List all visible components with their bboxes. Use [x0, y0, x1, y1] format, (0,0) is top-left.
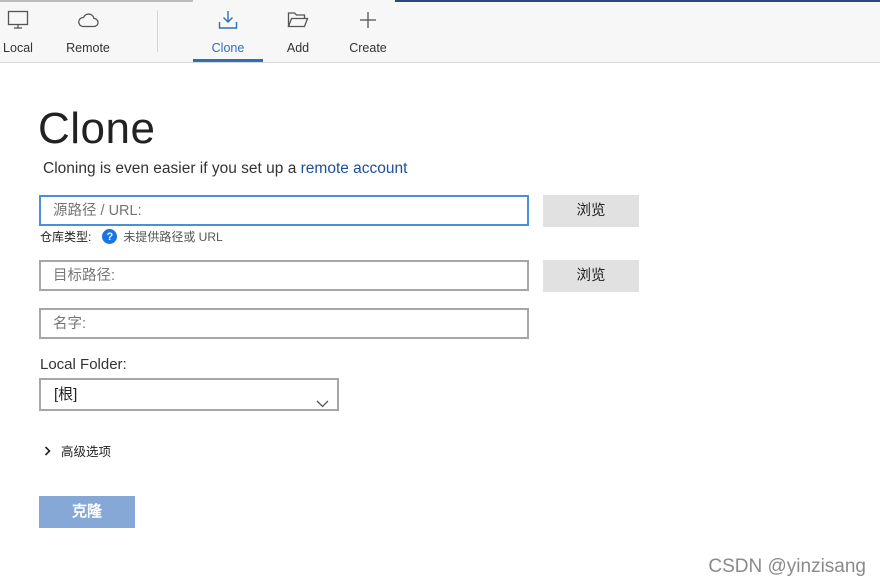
toolbar-remote-label: Remote — [66, 41, 110, 55]
local-folder-label: Local Folder: — [40, 356, 127, 373]
toolbar-local-label: Local — [3, 41, 33, 55]
destination-path-input[interactable] — [39, 260, 529, 291]
toolbar-clone-button[interactable]: Clone — [193, 8, 263, 62]
advanced-options-label: 高级选项 — [61, 445, 112, 459]
remote-account-link[interactable]: remote account — [301, 160, 408, 177]
chevron-right-icon — [44, 445, 51, 456]
toolbar-separator — [157, 10, 158, 52]
active-tab-indicator — [193, 59, 263, 62]
local-folder-select[interactable]: [根] — [39, 378, 339, 411]
download-icon — [216, 8, 240, 32]
monitor-icon — [6, 8, 30, 32]
toolbar-create-label: Create — [349, 41, 387, 55]
advanced-options-toggle[interactable]: 高级选项 — [44, 441, 111, 460]
toolbar-remote-button[interactable]: Remote — [58, 8, 118, 62]
repo-type-label: 仓库类型: — [40, 230, 92, 244]
toolbar: Local Remote Clone Add Create — [0, 0, 880, 63]
chevron-down-icon — [316, 389, 329, 418]
source-url-input[interactable] — [39, 195, 529, 226]
plus-icon — [356, 8, 380, 32]
source-browse-button[interactable]: 浏览 — [543, 195, 639, 227]
cloud-icon — [76, 8, 100, 32]
top-edge-line — [0, 0, 193, 2]
top-accent-line — [395, 0, 880, 2]
clone-button[interactable]: 克隆 — [39, 496, 135, 528]
toolbar-clone-label: Clone — [211, 41, 245, 55]
toolbar-create-button[interactable]: Create — [343, 8, 393, 62]
toolbar-add-label: Add — [286, 41, 310, 55]
page-title: Clone — [38, 104, 156, 153]
name-input[interactable] — [39, 308, 529, 339]
help-icon: ? — [102, 229, 118, 244]
repo-type-status: 未提供路径或 URL — [123, 230, 223, 244]
watermark: CSDN @yinzisang — [708, 556, 866, 577]
toolbar-add-button[interactable]: Add — [281, 8, 315, 62]
subtitle: Cloning is even easier if you set up a r… — [43, 160, 407, 178]
folder-open-icon — [286, 8, 310, 32]
toolbar-local-button[interactable]: Local — [0, 8, 36, 62]
local-folder-value: [根] — [54, 386, 78, 403]
destination-browse-button[interactable]: 浏览 — [543, 260, 639, 292]
subtitle-text: Cloning is even easier if you set up a — [43, 160, 301, 177]
repo-type-row: 仓库类型: ? 未提供路径或 URL — [40, 228, 223, 245]
